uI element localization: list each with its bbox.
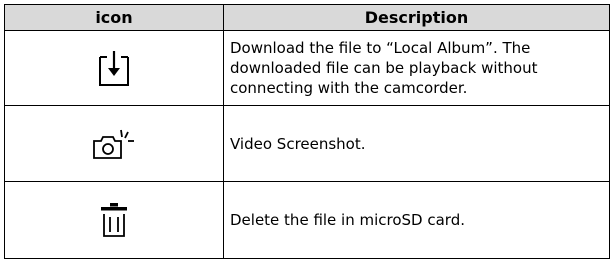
- column-header-icon: icon: [4, 4, 224, 31]
- icon-cell: [4, 105, 224, 182]
- camera-screenshot-icon: [5, 128, 223, 160]
- table-header-row: icon Description: [4, 4, 610, 31]
- description-cell: Download the file to “Local Album”. The …: [223, 30, 610, 106]
- icon-cell: [4, 181, 224, 259]
- icon-description-table: icon Description Download the file to “L…: [4, 4, 610, 259]
- download-icon: [5, 49, 223, 87]
- icon-cell: [4, 30, 224, 106]
- table-row: Video Screenshot.: [4, 105, 610, 182]
- table-row: Delete the file in microSD card.: [4, 181, 610, 259]
- column-header-description: Description: [223, 4, 610, 31]
- description-cell: Delete the file in microSD card.: [223, 181, 610, 259]
- trash-icon: [5, 202, 223, 238]
- description-cell: Video Screenshot.: [223, 105, 610, 182]
- table-row: Download the file to “Local Album”. The …: [4, 30, 610, 106]
